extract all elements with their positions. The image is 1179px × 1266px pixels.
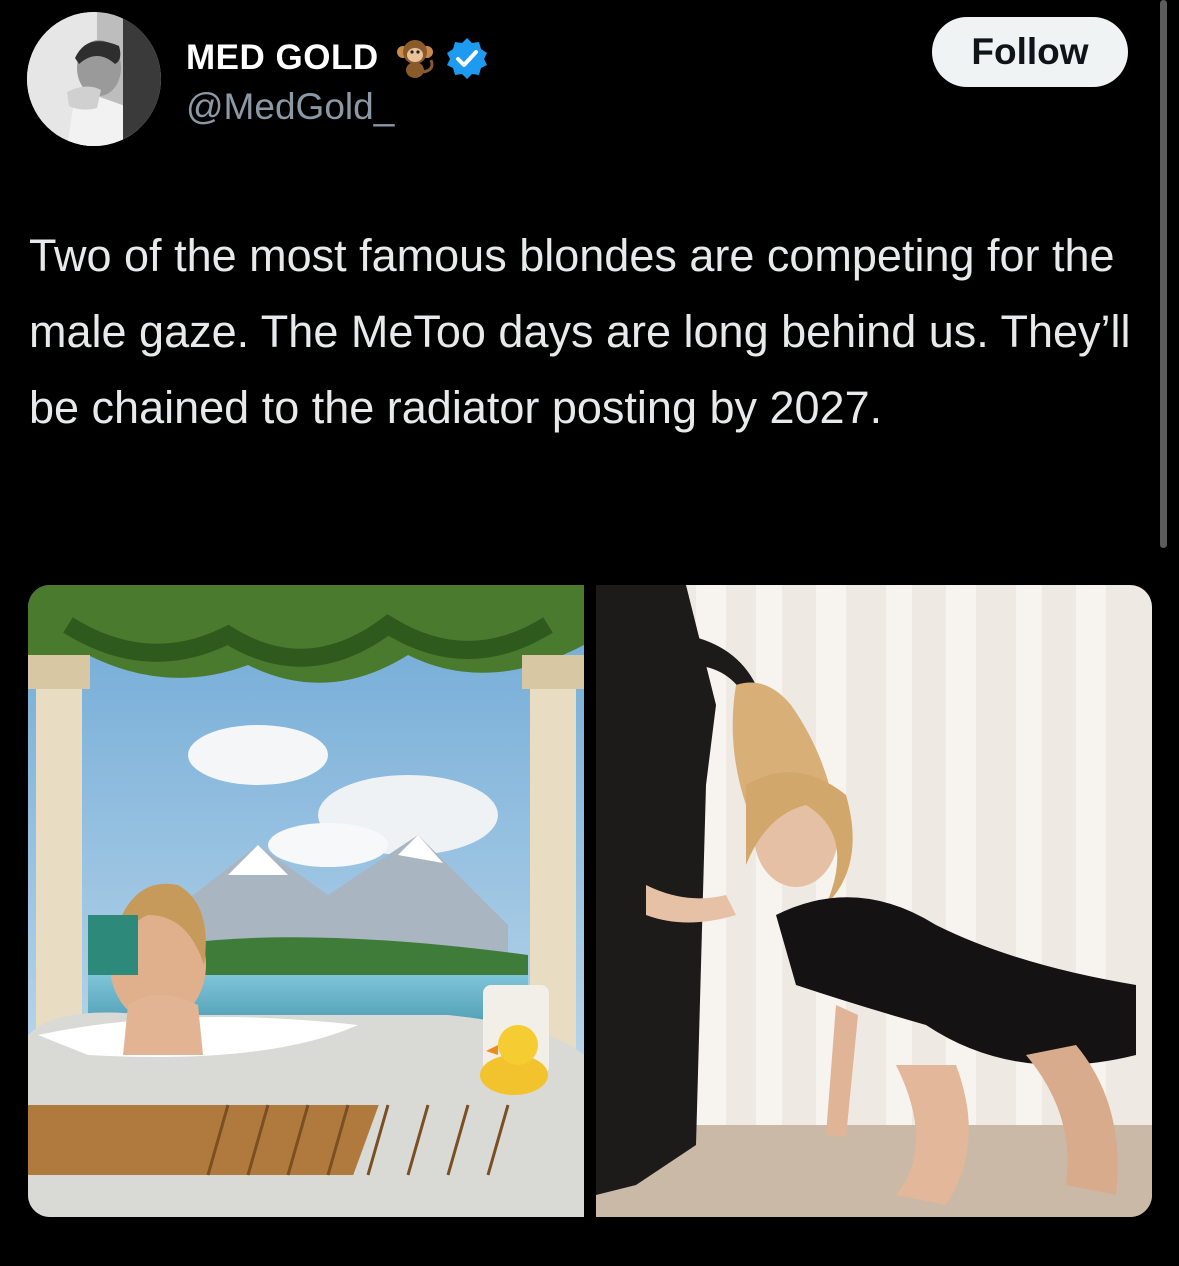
avatar[interactable] xyxy=(27,12,161,146)
media-photo-2[interactable] xyxy=(596,585,1152,1217)
author-name-row: MED GOLD xyxy=(186,36,489,80)
media-grid xyxy=(28,585,1152,1217)
monkey-icon xyxy=(393,36,437,80)
tweet: MED GOLD @MedGold_ Follow Two of the mos… xyxy=(0,0,1179,1266)
verified-badge-icon xyxy=(445,36,489,80)
media-photo-1[interactable] xyxy=(28,585,584,1217)
scrollbar[interactable] xyxy=(1160,0,1167,548)
display-name[interactable]: MED GOLD xyxy=(186,38,379,78)
tweet-text: Two of the most famous blondes are compe… xyxy=(29,230,1131,433)
author-handle[interactable]: @MedGold_ xyxy=(186,86,394,128)
follow-button[interactable]: Follow xyxy=(932,17,1128,87)
